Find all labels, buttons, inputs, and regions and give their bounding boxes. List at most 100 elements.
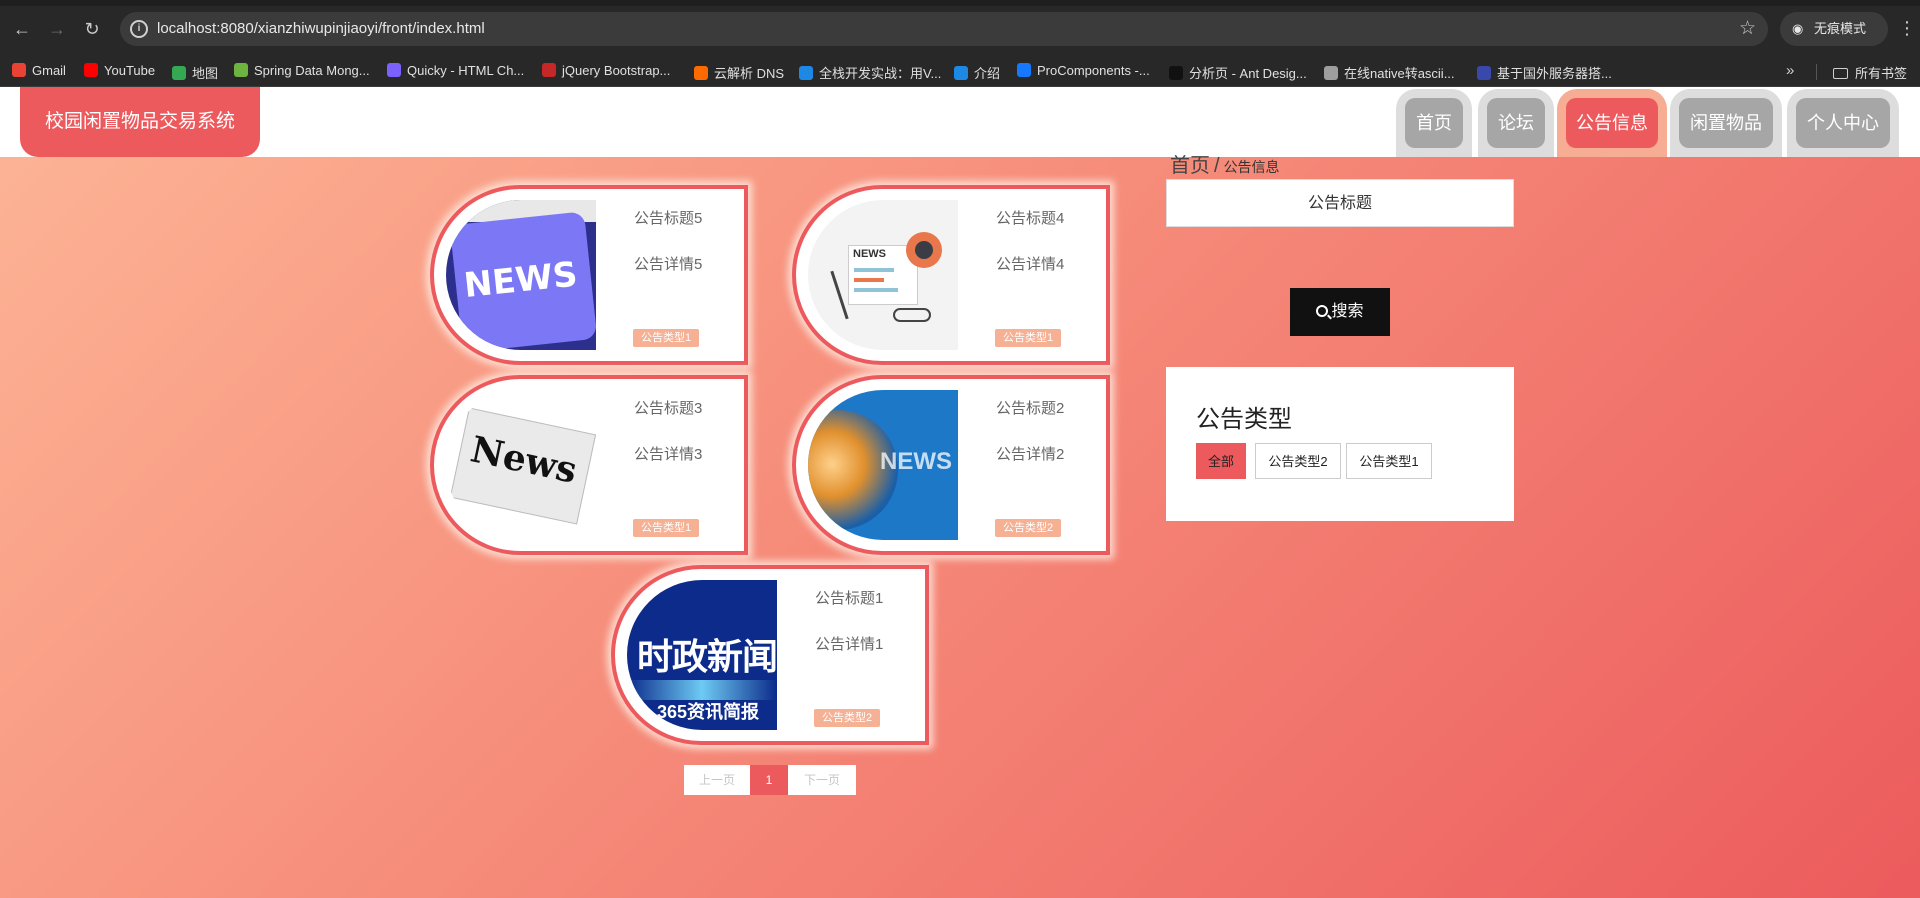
bookmark-label: jQuery Bootstrap... [562,63,671,78]
browser-menu-icon[interactable]: ⋮ [1898,18,1916,39]
bookmark-item[interactable]: 基于国外服务器搭... [1477,63,1612,82]
all-bookmarks-label: 所有书签 [1855,66,1908,81]
bookmark-item[interactable]: 地图 [172,63,218,82]
back-icon[interactable]: ← [10,17,34,41]
incognito-label: 无痕模式 [1814,21,1867,36]
site-header: 校园闲置物品交易系统 首页 论坛 公告信息 闲置物品 个人中心 [0,87,1920,157]
card-type-tag: 公告类型1 [633,329,700,347]
nav-item-home[interactable]: 首页 [1396,89,1472,157]
type-filter-type2[interactable]: 公告类型2 [1255,443,1341,479]
bookmarks-divider [1816,64,1817,80]
breadcrumb-current: 公告信息 [1223,159,1280,175]
globe-news-image: NEWS [808,390,958,540]
browser-toolbar: ← → ↻ i localhost:8080/xianzhiwupinjiaoy… [0,0,1920,56]
bookmarks-bar: Gmail YouTube 地图 Spring Data Mong... Qui… [0,56,1920,87]
breadcrumb-home[interactable]: 首页 [1170,155,1210,177]
page-number-button[interactable]: 1 [750,765,788,795]
bookmark-favicon-icon [799,66,813,80]
bookmark-label: Quicky - HTML Ch... [407,63,525,78]
image-text: NEWS [462,254,580,307]
image-text: News [467,428,581,492]
bookmark-label: 在线native转ascii... [1344,66,1455,81]
bookmark-favicon-icon [84,63,98,77]
announcement-card[interactable]: NEWS 公告标题5 公告详情5 公告类型1 [430,185,748,365]
nav-label: 闲置物品 [1679,98,1773,148]
address-bar[interactable]: i localhost:8080/xianzhiwupinjiaoyi/fron… [120,12,1768,46]
bookmark-favicon-icon [694,66,708,80]
news-keyboard-image: NEWS [446,200,596,350]
bookmark-label: ProComponents -... [1037,63,1150,78]
image-text: 365资讯简报 [657,702,760,722]
bookmark-label: 地图 [192,66,219,81]
search-button[interactable]: 搜索 [1290,288,1390,336]
bookmark-item[interactable]: Quicky - HTML Ch... [387,63,524,78]
nav-item-idle-items[interactable]: 闲置物品 [1670,89,1782,157]
bookmark-favicon-icon [542,63,556,77]
next-page-button[interactable]: 下一页 [788,765,856,795]
forward-icon[interactable]: → [45,17,69,41]
bookmark-favicon-icon [1477,66,1491,80]
nav-label: 个人中心 [1796,98,1890,148]
nav-label: 公告信息 [1566,98,1658,148]
bookmark-item[interactable]: ProComponents -... [1017,63,1150,78]
card-detail: 公告详情3 [634,446,703,463]
card-title: 公告标题5 [634,210,703,227]
type-filter-all[interactable]: 全部 [1196,443,1246,479]
bookmark-favicon-icon [1169,66,1183,80]
incognito-badge[interactable]: ◉ 无痕模式 [1780,12,1888,46]
announcement-card[interactable]: 时政新闻 365资讯简报 公告标题1 公告详情1 公告类型2 [611,565,929,745]
all-bookmarks-button[interactable]: 所有书签 [1833,63,1907,82]
bookmark-favicon-icon [954,66,968,80]
bookmark-label: 云解析 DNS [714,66,785,81]
address-url[interactable]: localhost:8080/xianzhiwupinjiaoyi/front/… [157,20,485,37]
card-detail: 公告详情1 [815,636,884,653]
bookmark-favicon-icon [387,63,401,77]
prev-page-button[interactable]: 上一页 [684,765,750,795]
bookmark-label: Spring Data Mong... [254,63,370,78]
type-filter-type1[interactable]: 公告类型1 [1346,443,1432,479]
bookmark-item[interactable]: Gmail [12,63,66,78]
announcement-card[interactable]: News 公告标题3 公告详情3 公告类型1 [430,375,748,555]
nav-item-profile[interactable]: 个人中心 [1787,89,1899,157]
card-detail: 公告详情4 [996,256,1065,273]
bookmark-item[interactable]: 云解析 DNS [694,63,784,82]
bookmark-label: 分析页 - Ant Desig... [1189,66,1307,81]
announcement-card[interactable]: NEWS 公告标题4 公告详情4 公告类型1 [792,185,1110,365]
bookmark-item[interactable]: 全栈开发实战：用V... [799,63,941,82]
newspaper-image: News [446,390,596,540]
search-button-label: 搜索 [1331,303,1364,320]
bookmarks-overflow-icon[interactable]: » [1786,62,1794,79]
bookmark-item[interactable]: 在线native转ascii... [1324,63,1455,82]
breadcrumb: 首页 / 公告信息 [1170,149,1280,178]
search-input[interactable]: 公告标题 [1166,179,1514,227]
bookmark-label: 介绍 [974,66,1001,81]
newspaper-coffee-image: NEWS [808,200,958,350]
bookmark-item[interactable]: 分析页 - Ant Desig... [1169,63,1307,82]
breadcrumb-separator: / [1214,155,1220,177]
announcement-card[interactable]: NEWS 公告标题2 公告详情2 公告类型2 [792,375,1110,555]
bookmark-favicon-icon [1017,63,1031,77]
image-text: NEWS [880,448,952,475]
card-title: 公告标题2 [996,400,1065,417]
bookmark-item[interactable]: Spring Data Mong... [234,63,370,78]
shizheng-news-image: 时政新闻 365资讯简报 [627,580,777,730]
type-filter-panel: 公告类型 全部 公告类型2 公告类型1 [1166,367,1514,521]
site-info-icon[interactable]: i [130,20,148,38]
nav-item-forum[interactable]: 论坛 [1478,89,1554,157]
bookmark-label: Gmail [32,63,66,78]
bookmark-item[interactable]: jQuery Bootstrap... [542,63,670,78]
card-title: 公告标题4 [996,210,1065,227]
search-icon [1316,305,1329,317]
bookmark-favicon-icon [234,63,248,77]
reload-icon[interactable]: ↻ [80,17,104,41]
nav-label: 首页 [1405,98,1463,148]
nav-item-announcements[interactable]: 公告信息 [1557,89,1667,157]
tab-strip [0,0,1920,6]
bookmark-item[interactable]: YouTube [84,63,155,78]
bookmark-star-icon[interactable]: ☆ [1739,17,1756,40]
site-logo[interactable]: 校园闲置物品交易系统 [20,87,260,157]
card-type-tag: 公告类型1 [633,519,700,537]
folder-icon [1833,68,1848,79]
card-detail: 公告详情5 [634,256,703,273]
bookmark-item[interactable]: 介绍 [954,63,1000,82]
